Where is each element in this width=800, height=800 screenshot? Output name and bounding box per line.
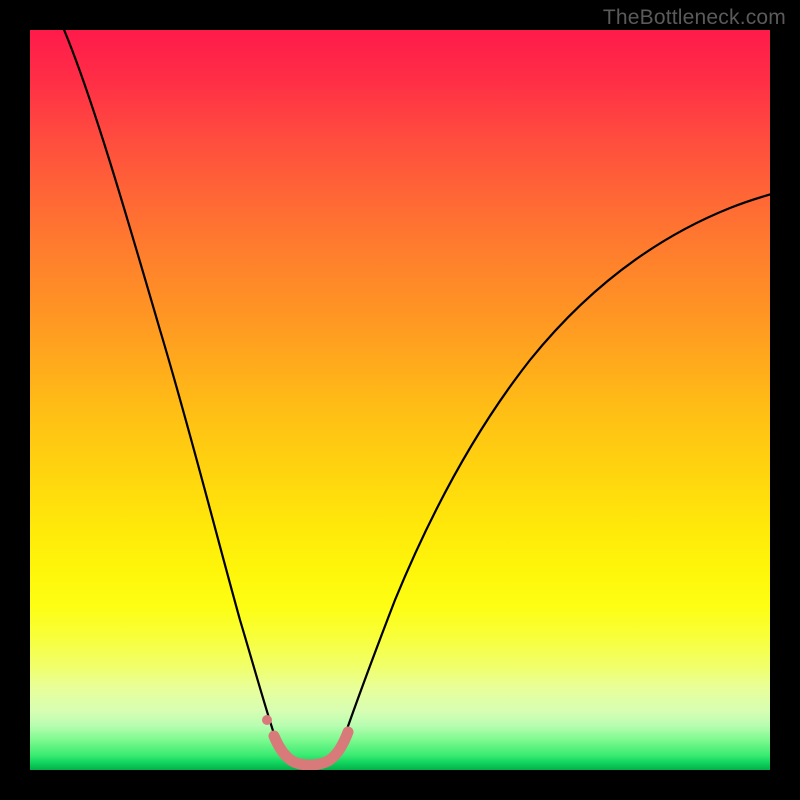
valley-dot-start <box>262 715 272 725</box>
chart-svg <box>30 30 770 770</box>
curve-right <box>339 193 770 752</box>
watermark-text: TheBottleneck.com <box>603 6 786 30</box>
chart-plot-area <box>30 30 770 770</box>
valley-highlight-curve <box>274 732 348 765</box>
curve-left <box>62 30 280 752</box>
